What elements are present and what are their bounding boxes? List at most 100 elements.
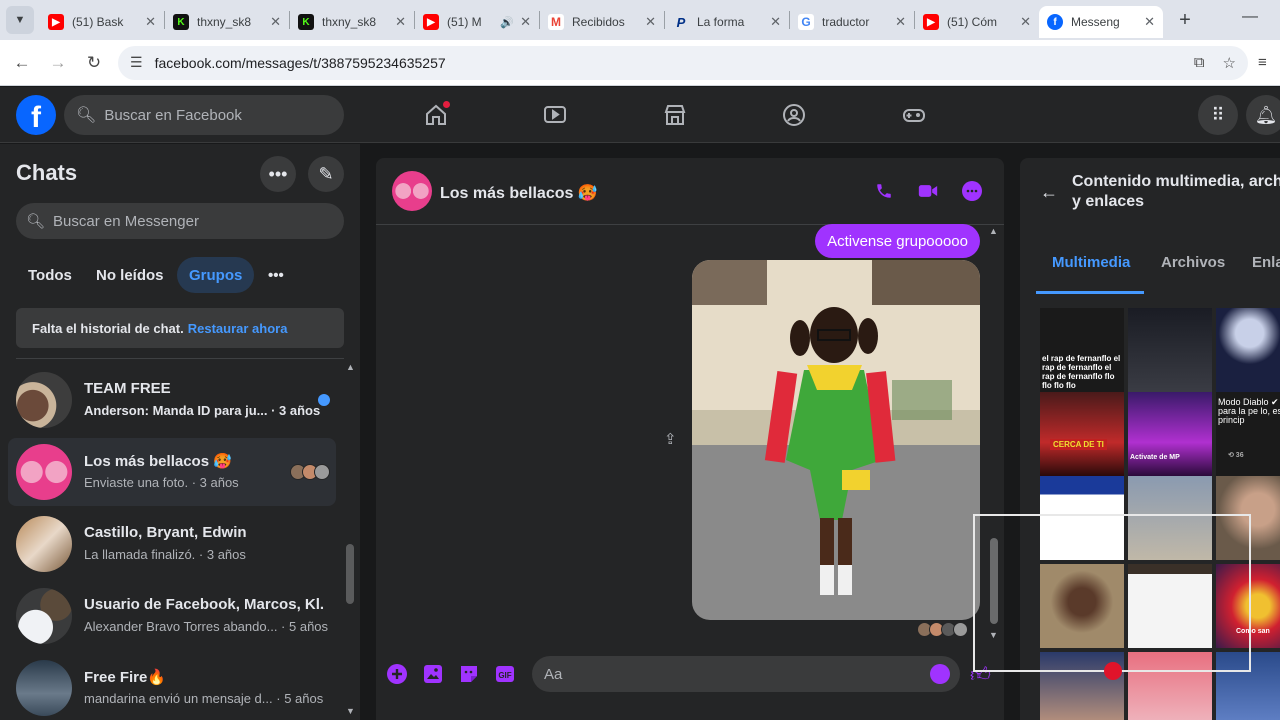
media-thumbnail[interactable]: Modo Diablo ✔ listo para la pe lo, es el… xyxy=(1216,392,1280,476)
browser-tab-active[interactable]: f Messeng ✕ xyxy=(1039,6,1163,38)
tab-search-button[interactable]: ▼ xyxy=(6,6,34,34)
bookmark-star-icon[interactable]: ☆ xyxy=(1223,54,1236,72)
forward-button[interactable]: → xyxy=(40,45,76,81)
conversation-item[interactable]: TEAM FREE Anderson: Manda ID para ju... … xyxy=(8,366,336,434)
facebook-logo-icon[interactable]: f xyxy=(16,95,56,135)
scroll-down-arrow[interactable]: ▼ xyxy=(346,706,355,716)
media-thumbnail[interactable] xyxy=(1128,476,1212,560)
reload-button[interactable]: ↻ xyxy=(76,45,112,81)
back-button[interactable]: ← xyxy=(4,45,40,81)
messenger-search-input[interactable]: 🔍︎ Buscar en Messenger xyxy=(16,203,344,239)
close-tab-icon[interactable]: ✕ xyxy=(1144,14,1155,30)
conversation-item[interactable]: Usuario de Facebook, Marcos, Kl... Alexa… xyxy=(8,582,336,650)
phone-call-icon[interactable] xyxy=(872,179,896,203)
close-tab-icon[interactable]: ✕ xyxy=(145,14,156,30)
chat-list-scrollbar[interactable] xyxy=(346,544,354,604)
emoji-icon[interactable] xyxy=(930,664,950,684)
tab-title: (51) Cóm xyxy=(947,15,998,29)
share-icon[interactable]: ⇪ xyxy=(664,430,677,448)
conversation-item[interactable]: Free Fire🔥 mandarina envió un mensaje d.… xyxy=(8,654,336,720)
media-thumbnail[interactable] xyxy=(1128,564,1212,648)
marketplace-nav-icon[interactable] xyxy=(657,97,693,133)
groups-nav-icon[interactable] xyxy=(776,97,812,133)
conversation-info-icon[interactable] xyxy=(960,179,984,203)
back-arrow-icon[interactable]: ← xyxy=(1040,182,1058,203)
video-call-icon[interactable] xyxy=(916,179,940,203)
site-info-icon[interactable]: ☰ xyxy=(130,54,143,71)
conversation-scrollbar[interactable] xyxy=(990,538,998,624)
chat-options-button[interactable]: ••• xyxy=(260,156,296,192)
scroll-down-arrow[interactable]: ▼ xyxy=(989,630,998,640)
minimize-window-button[interactable]: — xyxy=(1242,8,1258,26)
close-tab-icon[interactable]: ✕ xyxy=(395,14,406,30)
plus-actions-icon[interactable] xyxy=(386,663,408,685)
tab-media[interactable]: Multimedia xyxy=(1052,254,1130,271)
browser-tab[interactable]: P La forma ✕ xyxy=(665,6,789,38)
scroll-up-arrow[interactable]: ▲ xyxy=(989,226,998,236)
home-nav-icon[interactable] xyxy=(418,97,454,133)
grid-icon: ⠿ xyxy=(1211,104,1225,125)
filter-all[interactable]: Todos xyxy=(16,257,84,293)
search-icon: 🔍︎ xyxy=(76,107,97,124)
browser-tab[interactable]: G traductor ✕ xyxy=(790,6,914,38)
shared-photo[interactable] xyxy=(692,260,980,620)
media-thumbnail[interactable]: el rap de fernanflo el rap de fernanflo … xyxy=(1040,308,1124,392)
selected-tab-indicator xyxy=(1036,291,1144,294)
address-bar-row: ← → ↻ ☰ facebook.com/messages/t/38875952… xyxy=(0,40,1280,86)
record-indicator-icon[interactable] xyxy=(1104,662,1122,680)
thumbs-up-icon[interactable]: 👍︎ xyxy=(970,663,991,687)
sticker-icon[interactable] xyxy=(458,663,480,685)
gif-icon[interactable]: GIF xyxy=(494,663,516,685)
media-thumbnail[interactable] xyxy=(1040,564,1124,648)
tab-links[interactable]: Enla xyxy=(1252,254,1280,271)
url-text[interactable]: facebook.com/messages/t/3887595234635257 xyxy=(155,55,1176,71)
browser-tab[interactable]: ▶ (51) Cóm ✕ xyxy=(915,6,1039,38)
photo-attach-icon[interactable] xyxy=(422,663,444,685)
outgoing-message-bubble[interactable]: Activense grupooooo xyxy=(815,224,980,258)
media-thumbnail[interactable] xyxy=(1128,308,1212,392)
install-app-icon[interactable]: ⧉ xyxy=(1194,54,1205,71)
media-thumbnail[interactable]: CERCA DE TI xyxy=(1040,392,1124,476)
gaming-nav-icon[interactable] xyxy=(896,97,932,133)
browser-tab[interactable]: ▶ (51) Bask ✕ xyxy=(40,6,164,38)
omnibox[interactable]: ☰ facebook.com/messages/t/38875952346352… xyxy=(118,45,1248,80)
conversation-item[interactable]: Castillo, Bryant, Edwin La llamada final… xyxy=(8,510,336,578)
new-tab-button[interactable]: + xyxy=(1171,6,1199,34)
conversation-title[interactable]: Los más bellacos 🥵 xyxy=(440,183,598,203)
media-thumbnail[interactable]: Como san xyxy=(1216,564,1280,648)
menu-grid-button[interactable]: ⠿ xyxy=(1198,95,1238,135)
facebook-search-input[interactable]: 🔍︎ Buscar en Facebook xyxy=(64,95,344,135)
media-thumbnail[interactable] xyxy=(1216,652,1280,720)
filter-more-button[interactable]: ••• xyxy=(256,257,296,293)
new-message-button[interactable]: ✎ xyxy=(308,156,344,192)
close-tab-icon[interactable]: ✕ xyxy=(270,14,281,30)
media-thumbnail[interactable] xyxy=(1128,652,1212,720)
close-tab-icon[interactable]: ✕ xyxy=(645,14,656,30)
browser-tab[interactable]: ▶ (51) M 🔊 ✕ xyxy=(415,6,539,38)
filter-unread[interactable]: No leídos xyxy=(84,257,176,293)
watch-nav-icon[interactable] xyxy=(537,97,573,133)
unread-dot xyxy=(318,394,330,406)
notifications-button[interactable]: 🔔︎ xyxy=(1246,95,1280,135)
filter-groups[interactable]: Grupos xyxy=(177,257,255,293)
speaker-icon[interactable]: 🔊 xyxy=(500,16,514,29)
media-thumbnail[interactable] xyxy=(1216,308,1280,392)
tab-files[interactable]: Archivos xyxy=(1161,254,1225,271)
message-input[interactable]: Aa xyxy=(532,656,960,692)
browser-tab[interactable]: K thxny_sk8 ✕ xyxy=(290,6,414,38)
close-tab-icon[interactable]: ✕ xyxy=(520,14,531,30)
browser-tab[interactable]: K thxny_sk8 ✕ xyxy=(165,6,289,38)
close-tab-icon[interactable]: ✕ xyxy=(1020,14,1031,30)
scroll-up-arrow[interactable]: ▲ xyxy=(346,362,355,372)
chats-title: Chats xyxy=(16,160,78,185)
browser-tab[interactable]: M Recibidos ✕ xyxy=(540,6,664,38)
media-thumbnail[interactable] xyxy=(1040,476,1124,560)
extensions-icon[interactable]: ≡ xyxy=(1258,54,1267,71)
media-thumbnail[interactable]: Activate de MP xyxy=(1128,392,1212,476)
close-tab-icon[interactable]: ✕ xyxy=(895,14,906,30)
restore-link[interactable]: Restaurar ahora xyxy=(188,321,288,336)
media-thumbnail[interactable] xyxy=(1216,476,1280,560)
conversation-item-selected[interactable]: Los más bellacos 🥵 Enviaste una foto. · … xyxy=(8,438,336,506)
group-avatar[interactable] xyxy=(392,171,432,211)
close-tab-icon[interactable]: ✕ xyxy=(770,14,781,30)
